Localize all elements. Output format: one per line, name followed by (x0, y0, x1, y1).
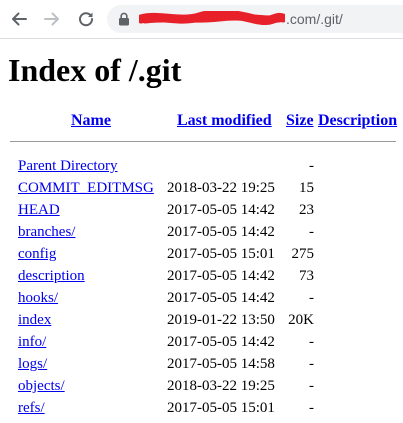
size-cell: - (309, 378, 314, 394)
last-modified-cell: 2019-01-22 13:50 (167, 312, 275, 328)
sort-by-size-link[interactable]: Size (286, 112, 314, 130)
last-modified-cell: 2017-05-05 14:42 (167, 224, 275, 240)
browser-toolbar: .com/.git/ (0, 0, 403, 38)
sort-by-description-link[interactable]: Description (318, 112, 397, 130)
file-link-head[interactable]: HEAD (18, 199, 60, 221)
table-row: COMMIT_EDITMSG 2018-03-22 19:25 15 (0, 177, 403, 199)
table-row: refs/ 2017-05-05 15:01 - (0, 397, 403, 419)
table-row: HEAD 2017-05-05 14:42 23 (0, 199, 403, 221)
folder-link-branches[interactable]: branches/ (18, 221, 75, 243)
size-cell: 23 (299, 202, 314, 218)
table-row: logs/ 2017-05-05 14:58 - (0, 353, 403, 375)
table-row: Parent Directory - (0, 155, 403, 177)
size-cell: 275 (291, 246, 315, 262)
lock-icon (117, 12, 131, 26)
folder-link-objects[interactable]: objects/ (18, 375, 65, 397)
size-cell: 20K (288, 312, 314, 328)
last-modified-cell: 2017-05-05 14:42 (167, 334, 275, 350)
last-modified-cell: 2017-05-05 14:42 (167, 268, 275, 284)
file-link-index[interactable]: index (18, 309, 51, 331)
file-link-config[interactable]: config (18, 243, 56, 265)
size-cell: - (309, 356, 314, 372)
page-title: Index of /.git (8, 52, 182, 88)
reload-icon[interactable] (76, 9, 96, 29)
size-cell: 15 (299, 180, 314, 196)
size-cell: - (309, 224, 314, 240)
file-link-description[interactable]: description (18, 265, 85, 287)
parent-directory-link[interactable]: Parent Directory (18, 155, 118, 177)
last-modified-cell: 2018-03-22 19:25 (167, 378, 275, 394)
last-modified-cell: 2017-05-05 14:42 (167, 202, 275, 218)
table-row: config 2017-05-05 15:01 275 (0, 243, 403, 265)
url-text: .com/.git/ (286, 11, 343, 27)
last-modified-cell: 2017-05-05 14:58 (167, 356, 275, 372)
file-link-commit-editmsg[interactable]: COMMIT_EDITMSG (18, 177, 154, 199)
table-row: index 2019-01-22 13:50 20K (0, 309, 403, 331)
forward-arrow-icon[interactable] (42, 9, 62, 29)
toolbar-divider (0, 38, 403, 39)
folder-link-refs[interactable]: refs/ (18, 397, 45, 419)
folder-link-info[interactable]: info/ (18, 331, 46, 353)
size-cell: - (309, 290, 314, 306)
sort-by-last-modified-link[interactable]: Last modified (177, 112, 272, 130)
header-divider (10, 141, 396, 142)
last-modified-cell: 2018-03-22 19:25 (167, 180, 275, 196)
table-row: info/ 2017-05-05 14:42 - (0, 331, 403, 353)
last-modified-cell: 2017-05-05 15:01 (167, 400, 275, 416)
sort-by-name-link[interactable]: Name (71, 112, 111, 130)
table-row: objects/ 2018-03-22 19:25 - (0, 375, 403, 397)
back-arrow-icon[interactable] (9, 9, 29, 29)
redacted-url-scribble (136, 9, 288, 26)
size-cell: - (309, 334, 314, 350)
size-cell: - (309, 400, 314, 416)
folder-link-hooks[interactable]: hooks/ (18, 287, 58, 309)
address-bar[interactable]: .com/.git/ (107, 5, 403, 33)
listing-header: Name Last modified Size Description (0, 112, 403, 130)
folder-link-logs[interactable]: logs/ (18, 353, 47, 375)
size-cell: 73 (299, 268, 314, 284)
last-modified-cell: 2017-05-05 15:01 (167, 246, 275, 262)
table-row: hooks/ 2017-05-05 14:42 - (0, 287, 403, 309)
table-row: description 2017-05-05 14:42 73 (0, 265, 403, 287)
last-modified-cell: 2017-05-05 14:42 (167, 290, 275, 306)
directory-listing: Parent Directory - COMMIT_EDITMSG 2018-0… (0, 155, 403, 419)
table-row: branches/ 2017-05-05 14:42 - (0, 221, 403, 243)
size-cell: - (309, 158, 314, 174)
